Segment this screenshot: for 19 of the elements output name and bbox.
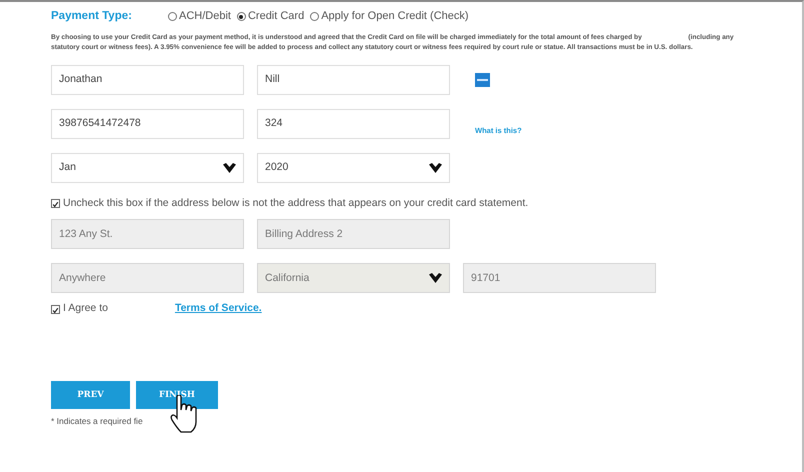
- dropdown-field[interactable]: 2020: [257, 152, 450, 183]
- dropdown-field[interactable]: Jan: [51, 152, 244, 183]
- chevron-down-icon: [429, 273, 442, 284]
- credit-card-icon: [475, 72, 490, 87]
- payment-type-label: Payment Type:: [51, 9, 133, 24]
- input-field[interactable]: Nill: [257, 64, 450, 95]
- input-field[interactable]: 39876541472478: [51, 108, 244, 139]
- radio-option[interactable]: Credit Card: [236, 8, 304, 25]
- radio-option[interactable]: ACH/Debit: [168, 8, 231, 25]
- input-field[interactable]: 324: [257, 108, 450, 139]
- chevron-down-icon: [223, 162, 236, 173]
- chevron-down-icon: [429, 162, 442, 173]
- checkbox-label: Uncheck this box if the address below is not the address that appears on your credit card statement.: [63, 196, 528, 211]
- required-note: * Indicates a required fie: [51, 415, 144, 428]
- checkbox[interactable]: [51, 304, 60, 314]
- input-field[interactable]: Jonathan: [51, 64, 244, 95]
- checkbox[interactable]: [51, 199, 60, 208]
- agree-label: I Agree to: [63, 301, 108, 316]
- radio-option[interactable]: Apply for Open Credit (Check): [310, 8, 469, 25]
